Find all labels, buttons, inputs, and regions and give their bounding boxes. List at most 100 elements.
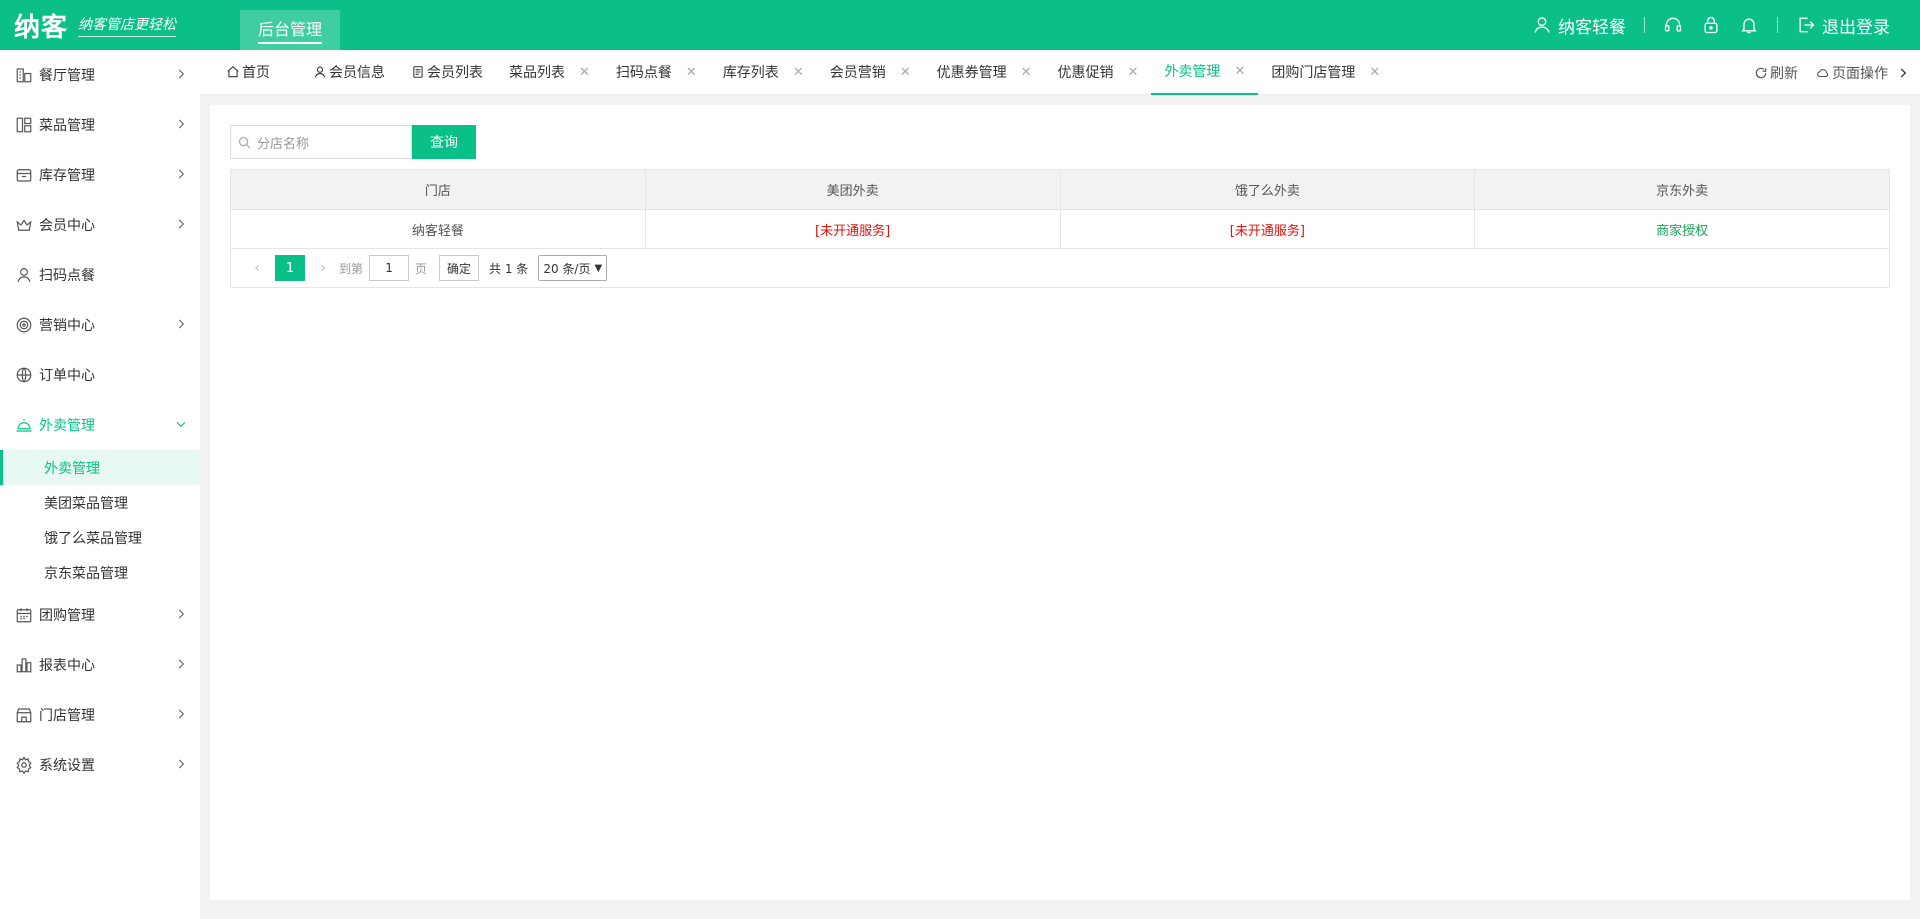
sidebar-item-members[interactable]: 会员中心 <box>0 200 200 250</box>
user-icon <box>314 66 326 78</box>
tab-label: 会员列表 <box>427 65 483 81</box>
sidebar-item-label: 餐厅管理 <box>39 68 95 84</box>
tab-promo[interactable]: 优惠促销 ✕ <box>1045 50 1152 95</box>
logo-slogan: 纳客管店更轻松 <box>78 14 177 37</box>
tab-home[interactable]: 首页 <box>200 50 283 95</box>
chevron-right-icon <box>1900 67 1907 78</box>
eleme-status-link[interactable]: [未开通服务] <box>1230 220 1305 239</box>
column-header-store: 门店 <box>424 184 451 199</box>
chevron-right-icon <box>178 609 185 619</box>
tab-label: 扫码点餐 <box>615 65 672 81</box>
sidebar-item-takeout[interactable]: 外卖管理 <box>0 400 200 450</box>
logout-label: 退出登录 <box>1822 17 1890 38</box>
close-icon[interactable]: ✕ <box>1234 64 1245 79</box>
tab-label: 会员营销 <box>829 65 886 81</box>
prev-page-icon[interactable]: ‹ <box>247 260 267 276</box>
search-placeholder: 分店名称 <box>257 136 310 152</box>
sidebar-item-restaurant[interactable]: 餐厅管理 <box>0 50 200 100</box>
goto-page-input[interactable]: 1 <box>369 255 410 281</box>
tabs-actions: 刷新 页面操作 <box>1736 50 1912 95</box>
page-number-current[interactable]: 1 <box>275 255 305 281</box>
main-content: 分店名称 查询 门店 美团外卖 饿了么外卖 京东外卖 纳客轻餐 [未开通服务] … <box>210 105 1910 900</box>
chevron-right-icon <box>178 659 185 669</box>
tab-label: 优惠券管理 <box>936 65 1007 81</box>
tab-scan-order[interactable]: 扫码点餐 ✕ <box>603 50 710 95</box>
sidebar-item-scan-order[interactable]: 扫码点餐 <box>0 250 200 300</box>
calendar-icon <box>14 605 34 625</box>
logout-icon <box>1796 15 1816 35</box>
submenu-item-eleme-dishes[interactable]: 饿了么菜品管理 <box>0 520 200 555</box>
goto-confirm-button[interactable]: 确定 <box>439 255 480 281</box>
cloche-icon <box>14 415 34 435</box>
close-icon[interactable]: ✕ <box>686 65 697 80</box>
tab-coupon-mgmt[interactable]: 优惠券管理 ✕ <box>924 50 1045 95</box>
refresh-label: 刷新 <box>1770 65 1798 82</box>
page-ops-button[interactable]: 页面操作 <box>1816 63 1888 83</box>
total-count: 共 1 条 <box>489 261 529 276</box>
chevron-right-icon <box>178 219 185 229</box>
close-icon[interactable]: ✕ <box>1369 65 1380 80</box>
sidebar-item-marketing[interactable]: 营销中心 <box>0 300 200 350</box>
search-icon <box>238 136 251 149</box>
tab-stock-list[interactable]: 库存列表 ✕ <box>710 50 817 95</box>
user-name: 纳客轻餐 <box>1558 17 1626 38</box>
sidebar-item-label: 门店管理 <box>39 708 95 724</box>
close-icon[interactable]: ✕ <box>1128 65 1139 80</box>
target-icon <box>14 315 34 335</box>
sidebar-item-reports[interactable]: 报表中心 <box>0 640 200 690</box>
bell-icon[interactable] <box>1739 15 1759 35</box>
sidebar-item-label: 营销中心 <box>39 318 95 334</box>
close-icon[interactable]: ✕ <box>793 65 804 80</box>
logout-button[interactable]: 退出登录 <box>1796 13 1890 38</box>
search-button[interactable]: 查询 <box>412 125 476 159</box>
chevron-down-icon <box>176 421 186 428</box>
page-tabs-bar: 首页 会员信息 会员列表 菜品列表 ✕ 扫码点餐 ✕ 库存列表 ✕ 会员营销 ✕… <box>200 50 1920 95</box>
tab-label: 外卖管理 <box>1164 64 1221 80</box>
table-header: 门店 美团外卖 饿了么外卖 京东外卖 <box>231 170 1889 209</box>
cloud-icon <box>1817 68 1829 77</box>
chevron-right-icon <box>178 709 185 719</box>
tab-takeout-mgmt[interactable]: 外卖管理 ✕ <box>1151 50 1259 95</box>
jd-authorize-link[interactable]: 商家授权 <box>1656 220 1708 239</box>
sidebar-item-orders[interactable]: 订单中心 <box>0 350 200 400</box>
crown-icon <box>14 215 34 235</box>
column-header-jd: 京东外卖 <box>1474 170 1889 209</box>
lock-icon[interactable] <box>1701 15 1721 35</box>
submenu-item-takeout-mgmt[interactable]: 外卖管理 <box>0 450 200 485</box>
close-icon[interactable]: ✕ <box>579 65 590 80</box>
next-page-icon[interactable]: › <box>313 260 333 276</box>
sidebar: 餐厅管理 菜品管理 库存管理 会员中心 扫码点餐 营销中心 订单中心 外卖管理 … <box>0 50 200 919</box>
chevron-right-icon <box>178 169 185 179</box>
search-input[interactable]: 分店名称 <box>230 125 412 159</box>
headset-icon[interactable] <box>1663 15 1683 35</box>
chevron-right-icon <box>178 119 185 129</box>
tab-group-store-mgmt[interactable]: 团购门店管理 ✕ <box>1258 50 1393 95</box>
close-icon[interactable]: ✕ <box>1021 65 1032 80</box>
sidebar-item-group-buy[interactable]: 团购管理 <box>0 590 200 640</box>
tabs-scroll-right[interactable] <box>1896 66 1912 80</box>
admin-tab[interactable]: 后台管理 <box>240 10 341 50</box>
dish-icon <box>14 115 34 135</box>
sidebar-item-inventory[interactable]: 库存管理 <box>0 150 200 200</box>
logo-text: 纳客 <box>14 12 69 43</box>
sidebar-item-settings[interactable]: 系统设置 <box>0 740 200 790</box>
tab-member-list[interactable]: 会员列表 <box>398 50 496 95</box>
meituan-status-link[interactable]: [未开通服务] <box>815 220 890 239</box>
close-icon[interactable]: ✕ <box>900 65 911 80</box>
logo[interactable]: 纳客 纳客管店更轻松 <box>0 0 240 50</box>
chevron-right-icon <box>178 69 185 79</box>
tab-member-marketing[interactable]: 会员营销 ✕ <box>817 50 924 95</box>
sidebar-item-dishes[interactable]: 菜品管理 <box>0 100 200 150</box>
tab-member-info[interactable]: 会员信息 <box>283 50 398 95</box>
chevron-right-icon <box>178 759 185 769</box>
user-menu[interactable]: 纳客轻餐 <box>1532 13 1626 38</box>
header-divider <box>1777 17 1778 33</box>
sidebar-item-label: 系统设置 <box>39 758 95 774</box>
refresh-button[interactable]: 刷新 <box>1754 63 1798 83</box>
submenu-item-meituan-dishes[interactable]: 美团菜品管理 <box>0 485 200 520</box>
admin-tab-label: 后台管理 <box>258 16 323 44</box>
sidebar-item-stores[interactable]: 门店管理 <box>0 690 200 740</box>
submenu-item-jd-dishes[interactable]: 京东菜品管理 <box>0 555 200 590</box>
tab-dish-list[interactable]: 菜品列表 ✕ <box>496 50 603 95</box>
page-size-select[interactable]: 20 条/页 ▼ <box>538 255 608 281</box>
